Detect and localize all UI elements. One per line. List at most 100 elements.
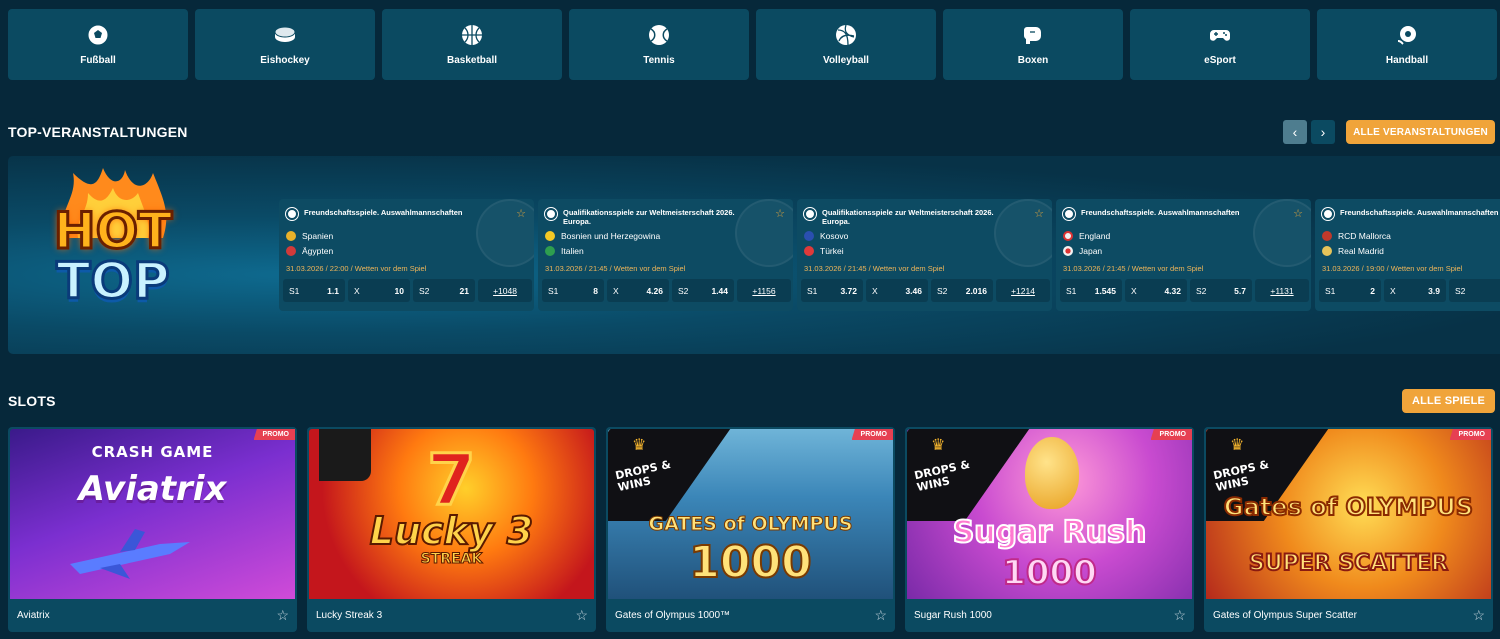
thumbnail-title: Gates of OLYMPUS [1223, 492, 1474, 522]
thumbnail-title: Lucky 3 [369, 508, 535, 554]
team-name: RCD Mallorca [1338, 231, 1391, 241]
event-card[interactable]: Freundschaftsspiele. Auswahlmannschaften… [1056, 199, 1311, 311]
odd-button-s1[interactable]: S1 1.1 [283, 279, 345, 302]
thumbnail-number: 1000 [688, 536, 812, 589]
favorite-star-icon[interactable]: ☆ [516, 207, 526, 220]
soccer-ball-icon [544, 207, 558, 221]
odd-button-s1[interactable]: S1 3.72 [801, 279, 863, 302]
odd-button-s2[interactable]: S2 1.44 [672, 279, 734, 302]
game-thumbnail: ♛ DROPS & WINS Sugar Rush 1000 [907, 429, 1192, 599]
odd-button-x[interactable]: X 3.9 [1384, 279, 1446, 302]
more-markets-link[interactable]: +1048 [478, 279, 532, 302]
odd-button-s2[interactable]: S2 [1449, 279, 1500, 302]
odd-button-x[interactable]: X 3.46 [866, 279, 928, 302]
thumbnail-number: 1000 [1001, 552, 1098, 594]
sport-tile-volleyball[interactable]: Volleyball [756, 9, 936, 80]
odd-button-x[interactable]: X 10 [348, 279, 410, 302]
event-team-home: England [1063, 231, 1110, 241]
event-league: Freundschaftsspiele. Auswahlmannschaften [304, 208, 463, 217]
sport-label: Tennis [643, 55, 675, 66]
odd-button-x[interactable]: X 4.32 [1125, 279, 1187, 302]
sport-tile-boxing[interactable]: Boxen [943, 9, 1123, 80]
event-card[interactable]: Qualifikationsspiele zur Weltmeisterscha… [797, 199, 1052, 311]
more-markets-link[interactable]: +1214 [996, 279, 1050, 302]
banner-word-hot: HOT [52, 202, 173, 260]
soccer-ball-icon [803, 207, 817, 221]
odd-button-s2[interactable]: S2 2.016 [931, 279, 993, 302]
event-team-away: Türkei [804, 246, 844, 256]
soccer-ball-icon [1062, 207, 1076, 221]
hot-top-banner[interactable]: HOT TOP [33, 168, 193, 338]
all-games-button[interactable]: ALLE SPIELE [1402, 389, 1495, 413]
handball-icon [1397, 26, 1416, 45]
team-name: Ägypten [302, 246, 334, 256]
game-thumbnail: CRASH GAME Aviatrix [10, 429, 295, 599]
event-meta: 31.03.2026 / 21:45 / Wetten vor dem Spie… [804, 264, 945, 273]
odd-button-x[interactable]: X 4.26 [607, 279, 669, 302]
event-meta: 31.03.2026 / 21:45 / Wetten vor dem Spie… [1063, 264, 1204, 273]
flag-icon [286, 246, 296, 256]
event-team-home: Spanien [286, 231, 333, 241]
sport-tile-esport[interactable]: eSport [1130, 9, 1310, 80]
slots-grid: CRASH GAME Aviatrix PROMO Aviatrix ☆ 7 L… [8, 427, 1493, 632]
carousel-next-button[interactable]: › [1311, 120, 1335, 144]
event-team-away: Japan [1063, 246, 1102, 256]
thumbnail-subtitle: STREAK [420, 551, 483, 568]
top-events-title: TOP-VERANSTALTUNGEN [8, 124, 188, 140]
sport-tile-football[interactable]: Fußball [8, 9, 188, 80]
sport-label: Volleyball [823, 55, 869, 66]
favorite-star-icon[interactable]: ☆ [775, 207, 785, 220]
favorite-star-icon[interactable]: ☆ [575, 607, 588, 624]
team-name: Italien [561, 246, 584, 256]
game-card[interactable]: CRASH GAME Aviatrix PROMO Aviatrix ☆ [8, 427, 297, 632]
crown-icon: ♛ [1230, 437, 1245, 454]
odd-button-s2[interactable]: S2 21 [413, 279, 475, 302]
sport-label: Eishockey [260, 55, 310, 66]
game-card[interactable]: ♛ DROPS & WINS Gates of OLYMPUS SUPER SC… [1204, 427, 1493, 632]
game-card[interactable]: ♛ DROPS & WINS Sugar Rush 1000 PROMO Sug… [905, 427, 1194, 632]
event-team-away: Real Madrid [1322, 246, 1384, 256]
slots-title: SLOTS [8, 393, 56, 409]
hockey-puck-icon [274, 26, 296, 42]
favorite-star-icon[interactable]: ☆ [276, 607, 289, 624]
game-card[interactable]: 7 Lucky 3 STREAK Lucky Streak 3 ☆ [307, 427, 596, 632]
favorite-star-icon[interactable]: ☆ [1034, 207, 1044, 220]
event-team-home: Kosovo [804, 231, 848, 241]
event-team-away: Italien [545, 246, 584, 256]
more-markets-link[interactable]: +1156 [737, 279, 791, 302]
gamepad-icon [1210, 30, 1230, 41]
sport-tile-tennis[interactable]: Tennis [569, 9, 749, 80]
flag-icon [804, 231, 814, 241]
more-markets-link[interactable]: +1131 [1255, 279, 1309, 302]
carousel-prev-button[interactable]: ‹ [1283, 120, 1307, 144]
favorite-star-icon[interactable]: ☆ [1293, 207, 1303, 220]
promo-badge: PROMO [1449, 429, 1491, 440]
favorite-star-icon[interactable]: ☆ [874, 607, 887, 624]
sport-label: Boxen [1017, 55, 1049, 66]
flag-icon [1063, 246, 1073, 256]
event-card[interactable]: Freundschaftsspiele. Auswahlmannschaften… [1315, 199, 1500, 311]
event-league: Qualifikationsspiele zur Weltmeisterscha… [822, 208, 994, 227]
odd-button-s1[interactable]: S1 1.545 [1060, 279, 1122, 302]
odd-button-s1[interactable]: S1 2 [1319, 279, 1381, 302]
sports-bar: Fußball Eishockey Basketball Tennis Voll… [8, 9, 1497, 80]
favorite-star-icon[interactable]: ☆ [1173, 607, 1186, 624]
thumbnail-title: Sugar Rush [952, 514, 1148, 551]
sport-tile-ice-hockey[interactable]: Eishockey [195, 9, 375, 80]
team-name: England [1079, 231, 1111, 241]
sport-tile-basketball[interactable]: Basketball [382, 9, 562, 80]
game-card[interactable]: ♛ DROPS & WINS GATES of OLYMPUS 1000 PRO… [606, 427, 895, 632]
all-events-button[interactable]: ALLE VERANSTALTUNGEN [1346, 120, 1495, 144]
boxing-glove-icon [1023, 27, 1041, 44]
team-name: Real Madrid [1338, 246, 1384, 256]
event-card[interactable]: Freundschaftsspiele. Auswahlmannschaften… [279, 199, 534, 311]
event-card[interactable]: Qualifikationsspiele zur Weltmeisterscha… [538, 199, 793, 311]
odd-button-s2[interactable]: S2 5.7 [1190, 279, 1252, 302]
odd-button-s1[interactable]: S1 8 [542, 279, 604, 302]
flag-icon [545, 231, 555, 241]
thumbnail-subtitle: SUPER SCATTER [1248, 550, 1449, 577]
game-name: Gates of Olympus Super Scatter [1213, 610, 1357, 621]
favorite-star-icon[interactable]: ☆ [1472, 607, 1485, 624]
sport-tile-handball[interactable]: Handball [1317, 9, 1497, 80]
banner-word-top: TOP [55, 252, 171, 310]
